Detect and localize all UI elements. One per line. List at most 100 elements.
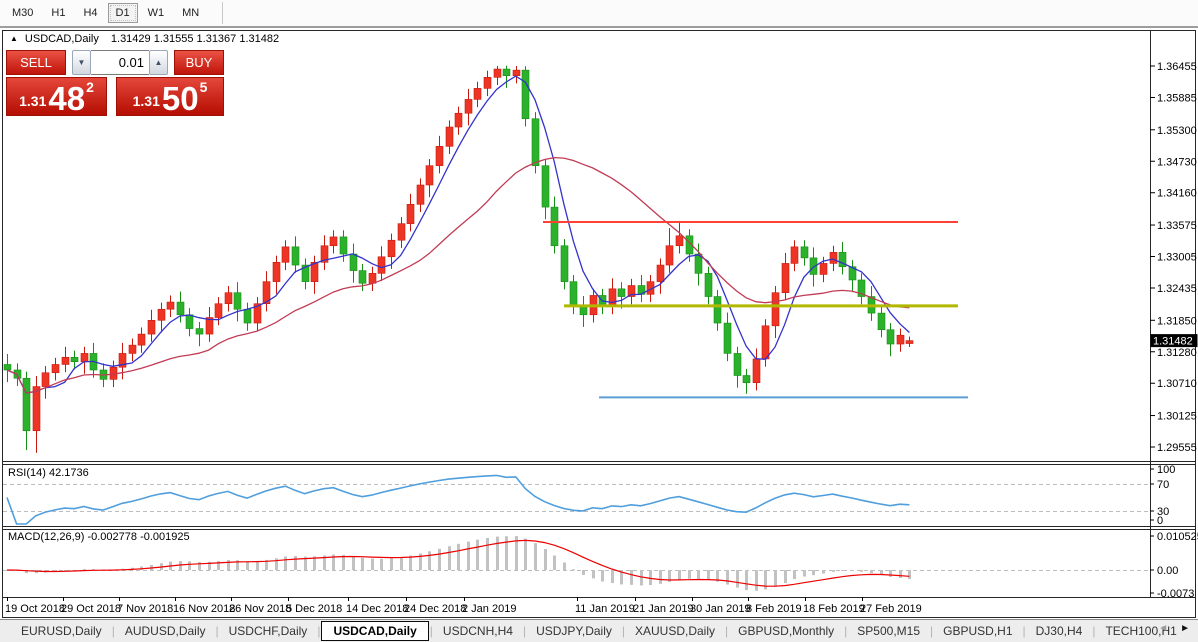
macd-histogram-bar: [812, 570, 815, 575]
date-label: 30 Jan 2019: [690, 603, 751, 615]
candle-body: [897, 335, 904, 344]
one-click-trade-panel: SELL ▼ ▲ BUY 1.31482 1.31505: [6, 50, 226, 116]
candle-body: [618, 289, 625, 297]
candle-body: [369, 273, 376, 283]
volume-decrease-button[interactable]: ▼: [72, 50, 91, 75]
candle-body: [474, 88, 481, 99]
candle-body: [570, 282, 577, 307]
chevron-up-icon: ▲: [155, 58, 163, 67]
buy-price-big: 50: [162, 85, 199, 113]
macd-histogram-bar: [841, 570, 844, 571]
date-label: 24 Dec 2018: [404, 603, 466, 615]
candle-body: [724, 323, 731, 353]
candle-body: [234, 293, 241, 310]
candle-body: [33, 387, 40, 431]
price-axis-label: 1.33005: [1157, 252, 1197, 264]
candle-body: [532, 119, 539, 166]
macd-histogram-bar: [659, 570, 662, 584]
candle-body: [887, 330, 894, 344]
candle-body: [52, 364, 59, 372]
candle-body: [714, 297, 721, 324]
candle-body: [273, 262, 280, 281]
macd-histogram-bar: [803, 570, 806, 577]
macd-histogram-bar: [390, 558, 393, 570]
candle-body: [388, 240, 395, 257]
candle-body: [292, 247, 299, 265]
price-axis-label: 1.33575: [1157, 220, 1197, 232]
candle-body: [762, 326, 769, 359]
candle-body: [782, 263, 789, 292]
candle-body: [465, 99, 472, 113]
chart-header: ▲USDCAD,Daily1.31429 1.31555 1.31367 1.3…: [10, 33, 279, 45]
candle-body: [340, 237, 347, 254]
macd-histogram-bar: [83, 569, 86, 570]
buy-button[interactable]: BUY: [174, 50, 224, 75]
macd-histogram-bar: [294, 556, 297, 570]
candle-body: [446, 127, 453, 146]
macd-histogram-bar: [505, 536, 508, 570]
macd-histogram-bar: [592, 570, 595, 578]
macd-histogram-bar: [707, 570, 710, 580]
candle-body: [311, 262, 318, 281]
price-axis-label: 1.32435: [1157, 283, 1197, 295]
volume-increase-button[interactable]: ▲: [149, 50, 168, 75]
macd-axis-label: 0.010525: [1157, 531, 1198, 543]
candle-body: [407, 204, 414, 223]
price-axis-label: 1.34160: [1157, 188, 1197, 200]
candle-body: [820, 263, 827, 274]
macd-axis-label: 0.00: [1157, 565, 1178, 577]
macd-histogram-bar: [678, 570, 681, 580]
candle-body: [734, 353, 741, 375]
date-label: 2 Jan 2019: [462, 603, 516, 615]
sell-price[interactable]: 1.31482: [6, 77, 107, 116]
price-axis-label: 1.35300: [1157, 125, 1197, 137]
macd-histogram-bar: [870, 570, 873, 573]
macd-histogram-bar: [486, 538, 489, 570]
candle-body: [494, 69, 501, 77]
candle-body: [753, 359, 760, 383]
candle-body: [177, 302, 184, 315]
macd-histogram-bar: [755, 570, 758, 591]
price-axis-label: 1.34730: [1157, 156, 1197, 168]
candle-body: [743, 376, 750, 383]
price-axis-label: 1.36455: [1157, 61, 1197, 73]
current-price-value: 1.31482: [1153, 336, 1193, 348]
sell-button[interactable]: SELL: [6, 50, 66, 75]
candle-body: [609, 289, 616, 307]
macd-histogram-bar: [822, 570, 825, 574]
candle-body: [350, 254, 357, 271]
macd-histogram-bar: [851, 570, 854, 571]
macd-histogram-bar: [496, 537, 499, 570]
tab-scroll-right-icon[interactable]: ►: [1180, 623, 1190, 634]
candle-body: [71, 357, 78, 361]
macd-histogram-bar: [227, 560, 230, 570]
candle-body: [436, 146, 443, 165]
price-axis-label: 1.30710: [1157, 378, 1197, 390]
date-label: 21 Jan 2019: [633, 603, 694, 615]
candle-body: [657, 265, 664, 282]
macd-histogram-bar: [544, 549, 547, 570]
macd-axis-label: -0.0073: [1157, 588, 1194, 600]
macd-histogram-bar: [476, 540, 479, 570]
candle-body: [426, 166, 433, 185]
tab-scroll-left-icon[interactable]: ◄: [1158, 623, 1168, 634]
macd-histogram-bar: [428, 551, 431, 570]
candle-body: [359, 271, 366, 284]
candle-body: [138, 334, 145, 345]
ma-slow-line: [7, 158, 909, 393]
macd-histogram-bar: [448, 546, 451, 570]
macd-histogram-bar: [908, 570, 911, 579]
candle-body: [551, 207, 558, 246]
macd-histogram-bar: [534, 543, 537, 570]
macd-histogram-bar: [601, 570, 604, 582]
candle-body: [378, 257, 385, 274]
macd-histogram-bar: [188, 561, 191, 570]
volume-input[interactable]: [91, 50, 149, 75]
candle-body: [330, 237, 337, 246]
macd-histogram-bar: [889, 570, 892, 577]
sell-price-big: 48: [48, 85, 85, 113]
chevron-down-icon: ▼: [78, 58, 86, 67]
buy-price[interactable]: 1.31505: [116, 77, 224, 116]
date-label: 29 Oct 2018: [61, 603, 121, 615]
rsi-axis-label: 70: [1157, 479, 1169, 491]
